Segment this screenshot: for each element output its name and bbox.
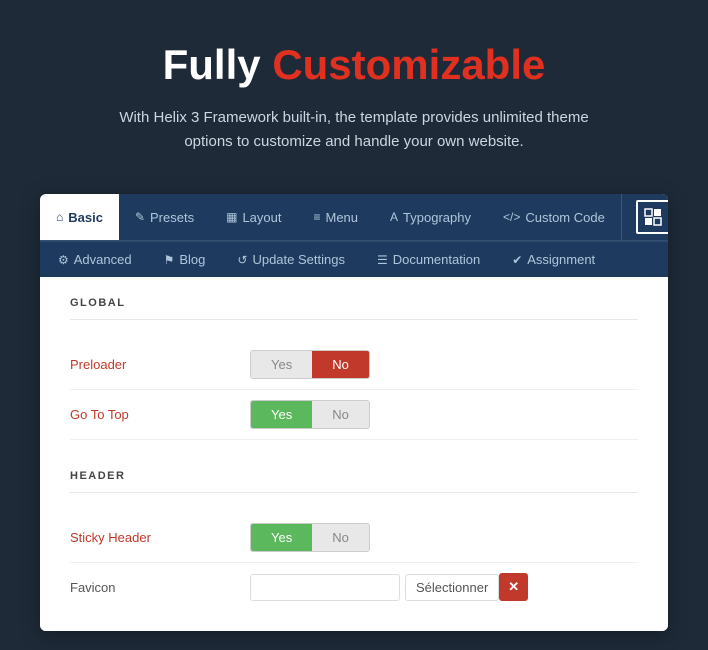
favicon-row: Favicon Sélectionner ✕ bbox=[70, 563, 638, 611]
helix-logo-box bbox=[636, 200, 668, 234]
go-to-top-no-button[interactable]: No bbox=[312, 401, 369, 428]
sticky-header-label: Sticky Header bbox=[70, 530, 250, 545]
favicon-select-label: Sélectionner bbox=[416, 580, 488, 595]
preloader-row: Preloader Yes No bbox=[70, 340, 638, 390]
hero-title-red: Customizable bbox=[272, 41, 545, 88]
nav-top-row: ⌂ Basic ✎ Presets ▦ Layout ≡ Menu A Typo… bbox=[40, 194, 668, 241]
header-section: HEADER Sticky Header Yes No Favicon Séle… bbox=[70, 470, 638, 611]
favicon-label: Favicon bbox=[70, 580, 250, 595]
tab-blog-label: Blog bbox=[179, 252, 205, 267]
close-icon: ✕ bbox=[508, 579, 519, 594]
tab-custom-code[interactable]: </> Custom Code bbox=[487, 194, 621, 240]
sticky-header-row: Sticky Header Yes No bbox=[70, 513, 638, 563]
tab-assignment[interactable]: ✔ Assignment bbox=[496, 242, 611, 277]
gear-icon: ⚙ bbox=[58, 253, 69, 267]
tab-presets[interactable]: ✎ Presets bbox=[119, 194, 210, 240]
settings-panel: ⌂ Basic ✎ Presets ▦ Layout ≡ Menu A Typo… bbox=[40, 194, 668, 631]
sticky-header-no-button[interactable]: No bbox=[312, 524, 369, 551]
tab-update-settings-label: Update Settings bbox=[252, 252, 345, 267]
go-to-top-row: Go To Top Yes No bbox=[70, 390, 638, 440]
go-to-top-label: Go To Top bbox=[70, 407, 250, 422]
tab-documentation[interactable]: ☰ Documentation bbox=[361, 242, 496, 277]
go-to-top-toggle: Yes No bbox=[250, 400, 370, 429]
doc-icon: ☰ bbox=[377, 253, 388, 267]
tab-advanced[interactable]: ⚙ Advanced bbox=[42, 242, 148, 277]
tab-layout-label: Layout bbox=[242, 210, 281, 225]
hero-title-white: Fully bbox=[163, 41, 261, 88]
pencil-icon: ✎ bbox=[135, 210, 145, 224]
check-icon: ✔ bbox=[512, 253, 522, 267]
preloader-yes-button[interactable]: Yes bbox=[251, 351, 312, 378]
tab-documentation-label: Documentation bbox=[393, 252, 480, 267]
refresh-icon: ↺ bbox=[237, 253, 247, 267]
global-section-title: GLOBAL bbox=[70, 297, 638, 320]
preloader-label: Preloader bbox=[70, 357, 250, 372]
tab-update-settings[interactable]: ↺ Update Settings bbox=[221, 242, 361, 277]
preloader-toggle: Yes No bbox=[250, 350, 370, 379]
tab-menu-label: Menu bbox=[326, 210, 359, 225]
tab-basic-label: Basic bbox=[68, 210, 103, 225]
hero-subtitle: With Helix 3 Framework built-in, the tem… bbox=[80, 106, 628, 154]
tab-blog[interactable]: ⚑ Blog bbox=[148, 242, 222, 277]
tab-layout[interactable]: ▦ Layout bbox=[210, 194, 297, 240]
code-icon: </> bbox=[503, 210, 520, 224]
font-icon: A bbox=[390, 210, 398, 224]
tab-basic[interactable]: ⌂ Basic bbox=[40, 194, 119, 240]
favicon-input[interactable] bbox=[250, 574, 400, 601]
tab-assignment-label: Assignment bbox=[527, 252, 595, 267]
flag-icon: ⚑ bbox=[164, 253, 175, 267]
tab-presets-label: Presets bbox=[150, 210, 194, 225]
go-to-top-yes-button[interactable]: Yes bbox=[251, 401, 312, 428]
favicon-select-button[interactable]: Sélectionner bbox=[405, 574, 499, 601]
preloader-no-button[interactable]: No bbox=[312, 351, 369, 378]
tab-typography-label: Typography bbox=[403, 210, 471, 225]
tab-menu[interactable]: ≡ Menu bbox=[297, 194, 374, 240]
helix-logo-container: HELIX3 FRAMEWORK bbox=[636, 200, 668, 234]
panel-content: GLOBAL Preloader Yes No Go To Top Yes No… bbox=[40, 277, 668, 631]
tab-advanced-label: Advanced bbox=[74, 252, 132, 267]
panel-nav: ⌂ Basic ✎ Presets ▦ Layout ≡ Menu A Typo… bbox=[40, 194, 668, 277]
favicon-clear-button[interactable]: ✕ bbox=[499, 573, 528, 601]
tab-typography[interactable]: A Typography bbox=[374, 194, 487, 240]
nav-bottom-row: ⚙ Advanced ⚑ Blog ↺ Update Settings ☰ Do… bbox=[40, 241, 668, 277]
header-section-title: HEADER bbox=[70, 470, 638, 493]
hero-title: Fully Customizable bbox=[80, 40, 628, 90]
tab-custom-code-label: Custom Code bbox=[525, 210, 604, 225]
home-icon: ⌂ bbox=[56, 210, 63, 224]
hero-section: Fully Customizable With Helix 3 Framewor… bbox=[0, 0, 708, 184]
menu-icon: ≡ bbox=[313, 210, 320, 224]
helix-logo: HELIX3 FRAMEWORK bbox=[621, 194, 668, 240]
sticky-header-yes-button[interactable]: Yes bbox=[251, 524, 312, 551]
helix-logo-svg bbox=[643, 207, 663, 227]
layout-icon: ▦ bbox=[226, 210, 237, 224]
sticky-header-toggle: Yes No bbox=[250, 523, 370, 552]
